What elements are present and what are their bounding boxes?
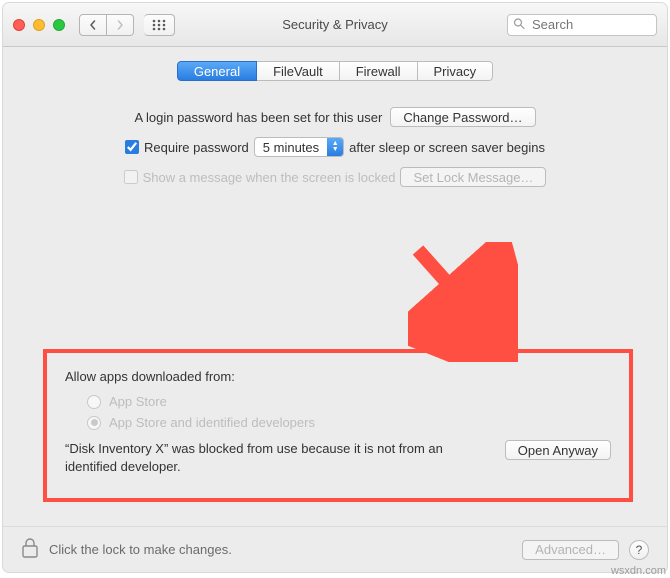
search-input[interactable] [507,14,657,36]
allow-option-appstore: App Store [87,394,611,409]
allow-apps-heading: Allow apps downloaded from: [65,369,611,384]
nav-buttons [79,14,134,36]
blocked-app-text: “Disk Inventory X” was blocked from use … [65,440,493,476]
allow-apps-section: Allow apps downloaded from: App Store Ap… [43,349,633,502]
search-icon [513,17,525,32]
preferences-window: Security & Privacy General FileVault Fir… [3,3,667,572]
set-lock-message-button: Set Lock Message… [400,167,546,187]
watermark: wsxdn.com [611,565,666,577]
tab-bar: General FileVault Firewall Privacy [177,61,493,81]
require-password-row: Require password 5 minutes ▲▼ after slee… [19,137,651,157]
help-button[interactable]: ? [629,540,649,560]
toolbar: Security & Privacy [3,3,667,47]
blocked-app-row: “Disk Inventory X” was blocked from use … [65,440,611,476]
lock-icon[interactable] [21,537,39,562]
open-anyway-button[interactable]: Open Anyway [505,440,611,460]
login-password-row: A login password has been set for this u… [19,107,651,127]
require-password-delay-value: 5 minutes [255,140,327,155]
radio-identified [87,416,101,430]
show-all-button[interactable] [144,14,176,36]
content-area: General FileVault Firewall Privacy A log… [3,47,667,526]
require-password-checkbox[interactable] [125,140,139,154]
back-button[interactable] [79,14,107,36]
chevron-right-icon [115,20,125,30]
minimize-button[interactable] [33,19,45,31]
allow-option-identified: App Store and identified developers [87,415,611,430]
require-password-label: Require password [144,140,249,155]
chevron-left-icon [88,20,98,30]
window-controls [13,19,65,31]
radio-appstore [87,395,101,409]
tab-firewall[interactable]: Firewall [340,61,418,81]
show-message-row: Show a message when the screen is locked… [19,167,651,187]
tab-privacy[interactable]: Privacy [418,61,494,81]
show-message-checkbox[interactable] [124,170,138,184]
radio-identified-label: App Store and identified developers [109,415,315,430]
annotation-arrow [408,242,518,362]
footer: Click the lock to make changes. Advanced… [3,526,667,572]
require-password-suffix: after sleep or screen saver begins [349,140,545,155]
fullscreen-button[interactable] [53,19,65,31]
radio-appstore-label: App Store [109,394,167,409]
search-field-wrap [507,14,657,36]
grid-icon [152,19,166,31]
forward-button[interactable] [107,14,134,36]
login-password-text: A login password has been set for this u… [134,110,382,125]
tab-general[interactable]: General [177,61,257,81]
change-password-button[interactable]: Change Password… [390,107,535,127]
advanced-button: Advanced… [522,540,619,560]
updown-arrows-icon: ▲▼ [327,138,343,156]
tab-filevault[interactable]: FileVault [257,61,340,81]
show-message-label: Show a message when the screen is locked [143,170,396,185]
require-password-delay-select[interactable]: 5 minutes ▲▼ [254,137,344,157]
lock-text: Click the lock to make changes. [49,542,512,557]
close-button[interactable] [13,19,25,31]
